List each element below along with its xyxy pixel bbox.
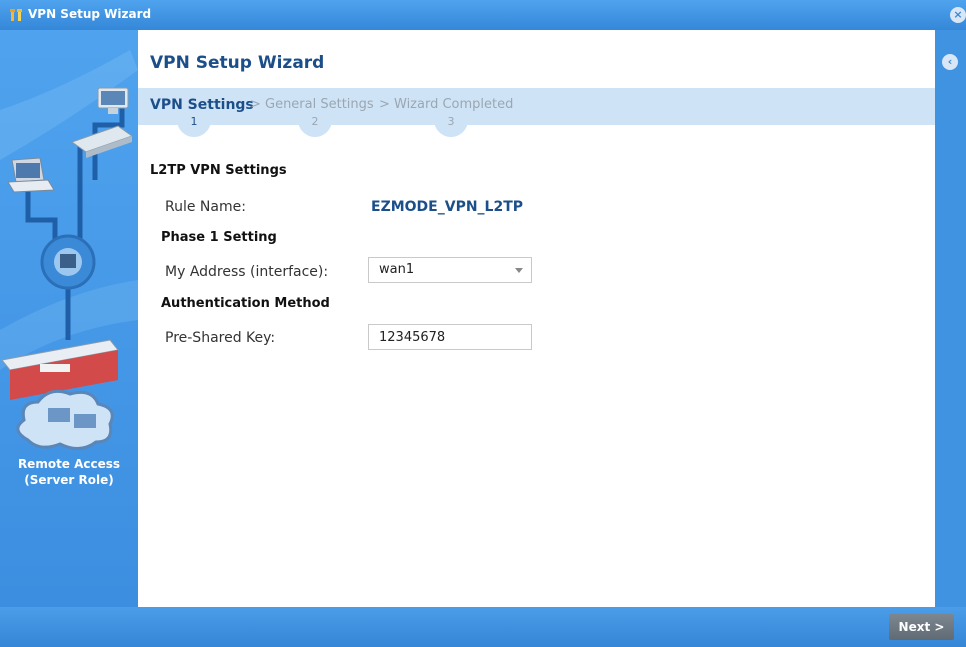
section-l2tp-vpn-settings: L2TP VPN Settings [150,163,287,178]
step-wizard-completed: Wizard Completed [394,97,514,112]
step-vpn-settings: VPN Settings [150,97,254,113]
rule-name-value: EZMODE_VPN_L2TP [371,199,524,215]
network-topology-illustration [0,50,138,450]
wizard-tools-icon [10,9,22,21]
rule-name-label: Rule Name: [165,199,246,215]
close-icon[interactable]: × [950,7,966,23]
my-address-selected-value: wan1 [379,262,415,277]
step-separator: > [250,97,261,112]
wizard-title: VPN Setup Wizard [150,53,325,73]
wizard-content: VPN Setup Wizard VPN Settings > General … [138,30,935,607]
next-button[interactable]: Next > [889,614,954,640]
my-address-label: My Address (interface): [165,264,329,280]
step-number-1: 1 [177,113,211,137]
step-general-settings: General Settings [265,97,374,112]
my-address-select[interactable]: wan1 [368,257,532,283]
vpn-setup-wizard-window: VPN Setup Wizard × Remote Access (Server… [0,0,966,647]
collapse-panel-icon[interactable]: ‹ [942,54,958,70]
section-phase1-setting: Phase 1 Setting [161,230,277,245]
title-bar: VPN Setup Wizard × [0,0,966,30]
step-number-3: 3 [434,113,468,137]
footer-bar [0,607,966,647]
role-label-line2: (Server Role) [24,473,114,487]
pre-shared-key-label: Pre-Shared Key: [165,330,276,346]
role-label: Remote Access (Server Role) [0,456,138,488]
chevron-down-icon[interactable] [515,268,523,273]
step-number-2: 2 [298,113,332,137]
right-panel-strip: ‹ [935,30,966,607]
sidebar-illustration: Remote Access (Server Role) [0,30,138,607]
section-authentication-method: Authentication Method [161,296,330,311]
role-label-line1: Remote Access [17,457,121,471]
pre-shared-key-input[interactable] [368,324,532,350]
wizard-steps-bar: VPN Settings > General Settings > Wizard… [138,88,935,137]
window-title: VPN Setup Wizard [28,7,152,21]
step-separator: > [379,97,390,112]
